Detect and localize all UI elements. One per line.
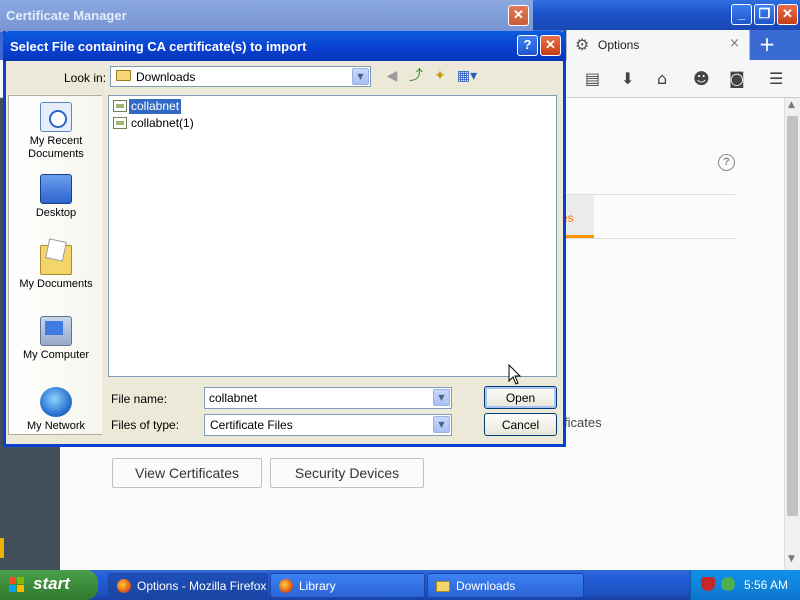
desktop-icon: [40, 174, 72, 204]
start-button[interactable]: start: [0, 570, 98, 600]
mouse-cursor-icon: [508, 364, 522, 385]
certificates-text: ficates: [564, 415, 602, 430]
file-name: collabnet: [129, 99, 182, 114]
help-icon[interactable]: ?: [718, 154, 735, 171]
place-label: My Computer: [22, 349, 90, 361]
tab-options[interactable]: ⚙ Options ×: [566, 30, 750, 60]
dialog-titlebar[interactable]: Select File containing CA certificate(s)…: [3, 31, 566, 61]
place-my-network[interactable]: My Network: [9, 387, 103, 433]
place-my-recent-documents[interactable]: My Recent Documents: [9, 102, 103, 161]
chevron-down-icon[interactable]: ▼: [433, 416, 450, 433]
tab-close-icon[interactable]: ×: [729, 36, 740, 51]
my-computer-icon: [40, 316, 72, 346]
windows-logo-icon: [9, 577, 26, 593]
file-dialog: Select File containing CA certificate(s)…: [3, 31, 566, 447]
task-downloads[interactable]: Downloads: [427, 573, 584, 598]
file-name: collabnet(1): [131, 116, 194, 130]
download-icon[interactable]: ⬇: [621, 69, 634, 88]
file-type-label: Files of type:: [111, 418, 180, 432]
taskbar: start Options - Mozilla Firefox Library …: [0, 570, 800, 600]
clock[interactable]: 5:56 AM: [744, 578, 788, 592]
look-in-label: Look in:: [64, 71, 107, 85]
scroll-down-icon[interactable]: ▼: [788, 554, 795, 564]
firefox-close-button[interactable]: ✕: [777, 4, 798, 25]
chevron-down-icon[interactable]: ▼: [433, 389, 450, 406]
cancel-button[interactable]: Cancel: [484, 413, 557, 436]
sidebar-selected-accent: [0, 538, 4, 558]
file-type-dropdown[interactable]: Certificate Files ▼: [204, 414, 452, 436]
file-list[interactable]: collabnet collabnet(1): [108, 95, 557, 377]
place-label: My Network: [26, 420, 86, 432]
new-folder-icon[interactable]: ✦: [431, 67, 449, 85]
chevron-down-icon[interactable]: ▼: [352, 68, 369, 85]
task-options-mozilla-firefox[interactable]: Options - Mozilla Firefox: [108, 573, 268, 598]
task-label: Downloads: [456, 579, 516, 593]
task-label: Library: [299, 579, 336, 593]
task-library[interactable]: Library: [270, 573, 425, 598]
divider: [560, 238, 735, 239]
folder-icon: [436, 581, 450, 592]
place-my-documents[interactable]: My Documents: [9, 245, 103, 291]
places-bar: My Recent Documents Desktop My Documents…: [8, 95, 102, 435]
dialog-help-button[interactable]: ?: [517, 35, 538, 56]
place-desktop[interactable]: Desktop: [9, 174, 103, 220]
smiley-icon[interactable]: ☻: [693, 69, 710, 88]
dialog-title: Select File containing CA certificate(s)…: [10, 39, 307, 54]
firefox-icon: [117, 579, 131, 593]
certificate-manager-titlebar[interactable]: Certificate Manager ✕: [0, 0, 533, 32]
file-name-combo[interactable]: ▼: [204, 387, 452, 409]
look-in-value: Downloads: [136, 70, 196, 84]
certificate-manager-close-button[interactable]: ✕: [508, 5, 529, 26]
look-in-dropdown[interactable]: Downloads ▼: [110, 66, 371, 87]
back-icon[interactable]: ◀: [383, 67, 401, 85]
tab-options-label: Options: [598, 38, 640, 52]
start-label: start: [33, 574, 70, 593]
up-folder-icon[interactable]: ⤴: [407, 67, 425, 85]
scroll-up-icon[interactable]: ▲: [788, 100, 795, 110]
security-devices-button[interactable]: Security Devices: [270, 458, 424, 488]
place-label: My Recent Documents: [28, 135, 84, 160]
open-button[interactable]: Open: [484, 386, 557, 409]
dialog-close-button[interactable]: ✕: [540, 35, 561, 56]
firefox-maximize-button[interactable]: ❐: [754, 4, 775, 25]
firefox-icon: [279, 579, 293, 593]
home-icon[interactable]: ⌂: [657, 69, 667, 88]
folder-icon: [116, 70, 131, 81]
content-scrollbar[interactable]: ▲ ▼: [784, 98, 800, 570]
certificate-file-icon: [113, 117, 127, 129]
network-icon[interactable]: [721, 577, 735, 591]
my-documents-icon: [40, 245, 72, 275]
place-my-computer[interactable]: My Computer: [9, 316, 103, 362]
certificate-file-icon: [113, 100, 127, 112]
reader-list-icon[interactable]: ▤: [585, 69, 600, 88]
system-tray: 5:56 AM: [690, 570, 800, 600]
file-name-input[interactable]: [205, 388, 431, 408]
pocket-icon[interactable]: ◙: [729, 69, 745, 88]
firefox-minimize-button[interactable]: _: [731, 4, 752, 25]
menu-icon[interactable]: ☰: [769, 69, 783, 88]
my-network-icon: [40, 387, 72, 417]
scrollbar-thumb[interactable]: [787, 116, 798, 516]
place-label: My Documents: [19, 278, 93, 290]
file-type-value: Certificate Files: [210, 418, 293, 432]
new-tab-button[interactable]: +: [756, 33, 778, 55]
view-menu-icon[interactable]: ▦▾: [455, 67, 479, 85]
place-label: Desktop: [35, 207, 77, 219]
file-name-label: File name:: [111, 392, 168, 406]
certificate-manager-title: Certificate Manager: [6, 8, 127, 23]
recent-documents-icon: [40, 102, 72, 132]
task-label: Options - Mozilla Firefox: [137, 579, 267, 593]
security-shield-icon[interactable]: [701, 577, 715, 591]
view-certificates-button[interactable]: View Certificates: [112, 458, 262, 488]
gear-icon: ⚙: [575, 35, 590, 54]
